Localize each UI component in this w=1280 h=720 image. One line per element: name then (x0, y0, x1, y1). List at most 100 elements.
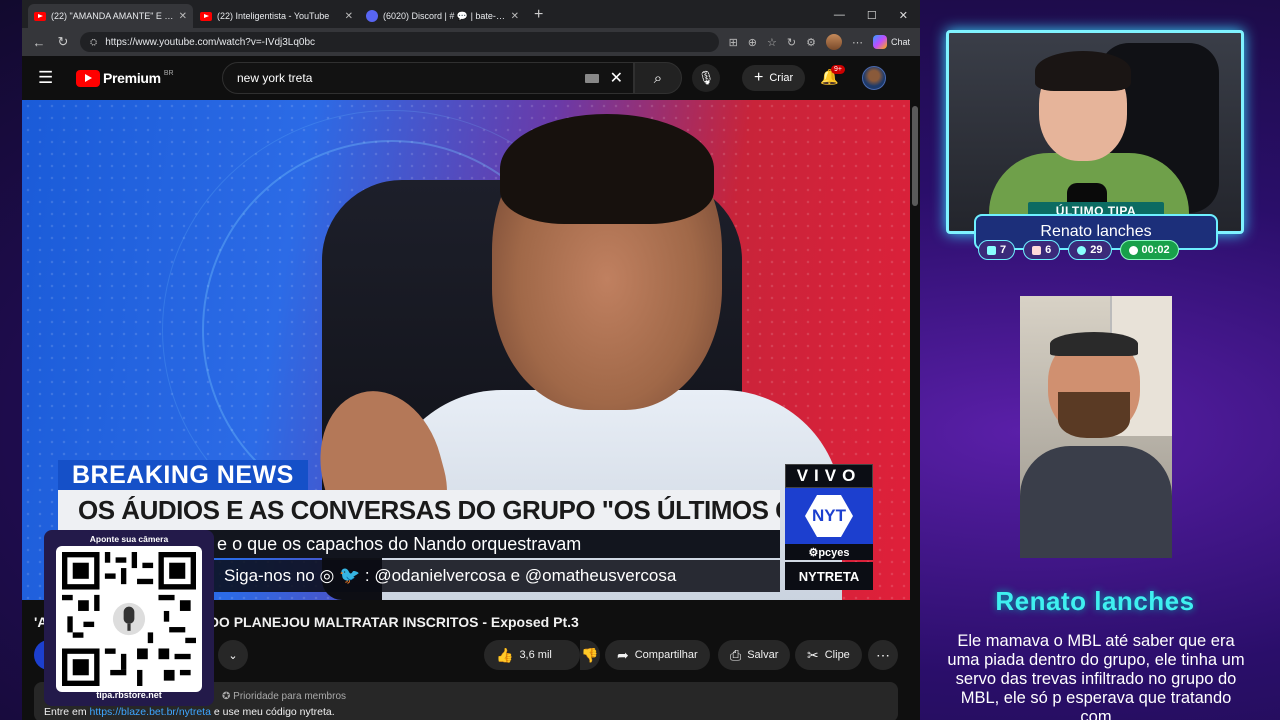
apps-icon[interactable]: ⊞ (729, 36, 738, 49)
webcam-guest (1020, 296, 1172, 558)
desc-pre: Entre em (44, 706, 90, 718)
stat-value: 29 (1090, 244, 1103, 256)
qr-code (56, 546, 202, 692)
back-icon[interactable]: ← (32, 35, 46, 50)
new-tab-button[interactable]: + (526, 6, 551, 28)
url-field[interactable]: ⛭ https://www.youtube.com/watch?v=-IVdj3… (80, 32, 719, 52)
qr-url: tipa.rbstore.net (96, 690, 162, 700)
reload-icon[interactable]: ↻ (56, 34, 70, 50)
chat-label: Chat (890, 37, 910, 47)
stream-stats: 7 6 29 00:02 (978, 240, 1179, 260)
video-player[interactable]: BREAKING NEWS OS ÁUDIOS E AS CONVERSAS D… (22, 100, 910, 600)
guest-body (1020, 446, 1172, 558)
url-text: https://www.youtube.com/watch?v=-IVdj3Lq… (105, 36, 316, 48)
scrollbar-thumb[interactable] (912, 106, 918, 206)
tab-discord[interactable]: (6020) Discord | # 💬 | bate-papo ✕ (360, 4, 525, 28)
menu-icon[interactable]: ☰ (38, 68, 58, 88)
share-label: Compartilhar (634, 649, 698, 661)
live-label: VIVO (785, 464, 873, 488)
breaking-news-tag: BREAKING NEWS (58, 460, 308, 490)
maximize-icon[interactable]: ☐ (867, 9, 877, 22)
nyt-logo: NYT (805, 495, 853, 537)
chat-button[interactable]: Chat (872, 35, 910, 49)
logo-region: BR (163, 69, 174, 77)
save-label: Salvar (747, 649, 779, 661)
tab-bar: (22) "AMANDA AMANTE" E NANDO ✕ (22) Inte… (22, 0, 920, 28)
dislike-button[interactable]: 👎 (580, 640, 600, 670)
notification-badge: 9+ (831, 65, 845, 74)
voice-search-button[interactable]: 🎙 (692, 64, 720, 92)
members-icon: ✪ (222, 691, 234, 702)
tab-label: (6020) Discord | # 💬 | bate-papo (383, 10, 506, 21)
bookmark-icon: ⎙ (730, 646, 742, 663)
chevron-down-icon[interactable]: ⌄ (218, 640, 248, 670)
stat-youtube: 6 (1023, 240, 1061, 260)
refresh-icon[interactable]: ↻ (787, 36, 796, 49)
description-line: Entre em https://blaze.bet.br/nytreta e … (44, 706, 335, 718)
share-icon: ➦ (617, 646, 629, 663)
extensions-icon[interactable]: ⚙ (806, 36, 816, 49)
minimize-icon[interactable]: — (834, 9, 845, 22)
youtube-icon (1032, 245, 1042, 255)
discord-icon (366, 10, 378, 22)
qr-code-image (62, 552, 196, 686)
twitch-icon (987, 245, 996, 255)
stat-twitch: 7 (978, 240, 1016, 260)
qr-title: Aponte sua câmera (89, 534, 169, 544)
more-actions-button[interactable]: ⋯ (868, 640, 898, 670)
like-count: 3,6 mil (519, 649, 552, 661)
priority-text: Prioridade para membros (233, 691, 346, 702)
youtube-icon (200, 11, 212, 21)
sponsor-logo: ⚙pcyes (785, 544, 873, 560)
star-icon[interactable]: ☆ (767, 36, 777, 49)
account-avatar[interactable] (862, 66, 886, 90)
more-icon: ⋯ (876, 646, 890, 663)
zoom-icon[interactable]: ⊕ (748, 36, 757, 49)
search-input[interactable]: new york treta ✕ (222, 62, 634, 94)
profile-avatar[interactable] (825, 34, 842, 50)
channel-tag: NYTRETA (785, 562, 873, 590)
desc-post: e use meu código nytreta. (210, 706, 335, 718)
site-info-icon[interactable]: ⛭ (90, 37, 97, 48)
close-icon[interactable]: ✕ (179, 11, 187, 22)
address-bar: ← ↻ ⛭ https://www.youtube.com/watch?v=-I… (22, 28, 920, 56)
webcam-hair (1035, 51, 1131, 91)
share-button[interactable]: ➦ Compartilhar (605, 640, 710, 670)
thumbs-up-icon: 👍 (496, 646, 514, 663)
create-button[interactable]: + Criar (742, 65, 806, 91)
tab-amanda[interactable]: (22) "AMANDA AMANTE" E NANDO ✕ (28, 4, 193, 28)
keyboard-icon[interactable] (585, 73, 599, 83)
tab-inteligentista[interactable]: (22) Inteligentista - YouTube ✕ (194, 4, 359, 28)
create-label: Criar (769, 72, 794, 84)
clear-search-icon[interactable]: ✕ (610, 68, 623, 88)
microphone-icon: 🎙 (697, 70, 715, 85)
search-button[interactable]: ⌕ (634, 62, 682, 94)
sponsor-link[interactable]: https://blaze.bet.br/nytreta (90, 706, 211, 718)
close-icon[interactable]: ✕ (345, 11, 353, 22)
presenter-hair (500, 114, 714, 224)
tab-label: (22) Inteligentista - YouTube (217, 11, 330, 21)
window-controls: — ☐ ✕ (822, 9, 920, 28)
timer-icon (1128, 245, 1138, 255)
scissors-icon: ✂ (807, 646, 819, 663)
youtube-logo[interactable]: Premium BR (76, 69, 174, 87)
stat-value: 00:02 (1141, 244, 1170, 256)
save-button[interactable]: ⎙ Salvar (718, 640, 791, 670)
close-icon[interactable]: ✕ (511, 11, 519, 22)
like-button[interactable]: 👍 3,6 mil (484, 640, 580, 670)
stat-timer: 00:02 (1119, 240, 1179, 260)
youtube-header: ☰ Premium BR new york treta ✕ ⌕ 🎙 + Cria… (22, 56, 920, 100)
search-value: new york treta (237, 71, 313, 85)
stat-value: 6 (1045, 244, 1052, 256)
donor-name-title: Renato lanches (995, 586, 1195, 616)
more-icon[interactable]: ⋯ (852, 36, 863, 49)
clip-label: Clipe (824, 649, 850, 661)
logo-text: Premium (103, 70, 161, 86)
thumbs-down-icon: 👎 (581, 646, 599, 663)
guest-cap (1050, 332, 1138, 356)
coin-icon (1077, 245, 1087, 255)
clip-button[interactable]: ✂ Clipe (795, 640, 862, 670)
title-rest: NDO PLANEJOU MALTRATAR INSCRITOS - Expos… (198, 614, 579, 630)
news-headline: OS ÁUDIOS E AS CONVERSAS DO GRUPO "OS ÚL… (58, 490, 780, 530)
close-window-icon[interactable]: ✕ (899, 9, 908, 22)
